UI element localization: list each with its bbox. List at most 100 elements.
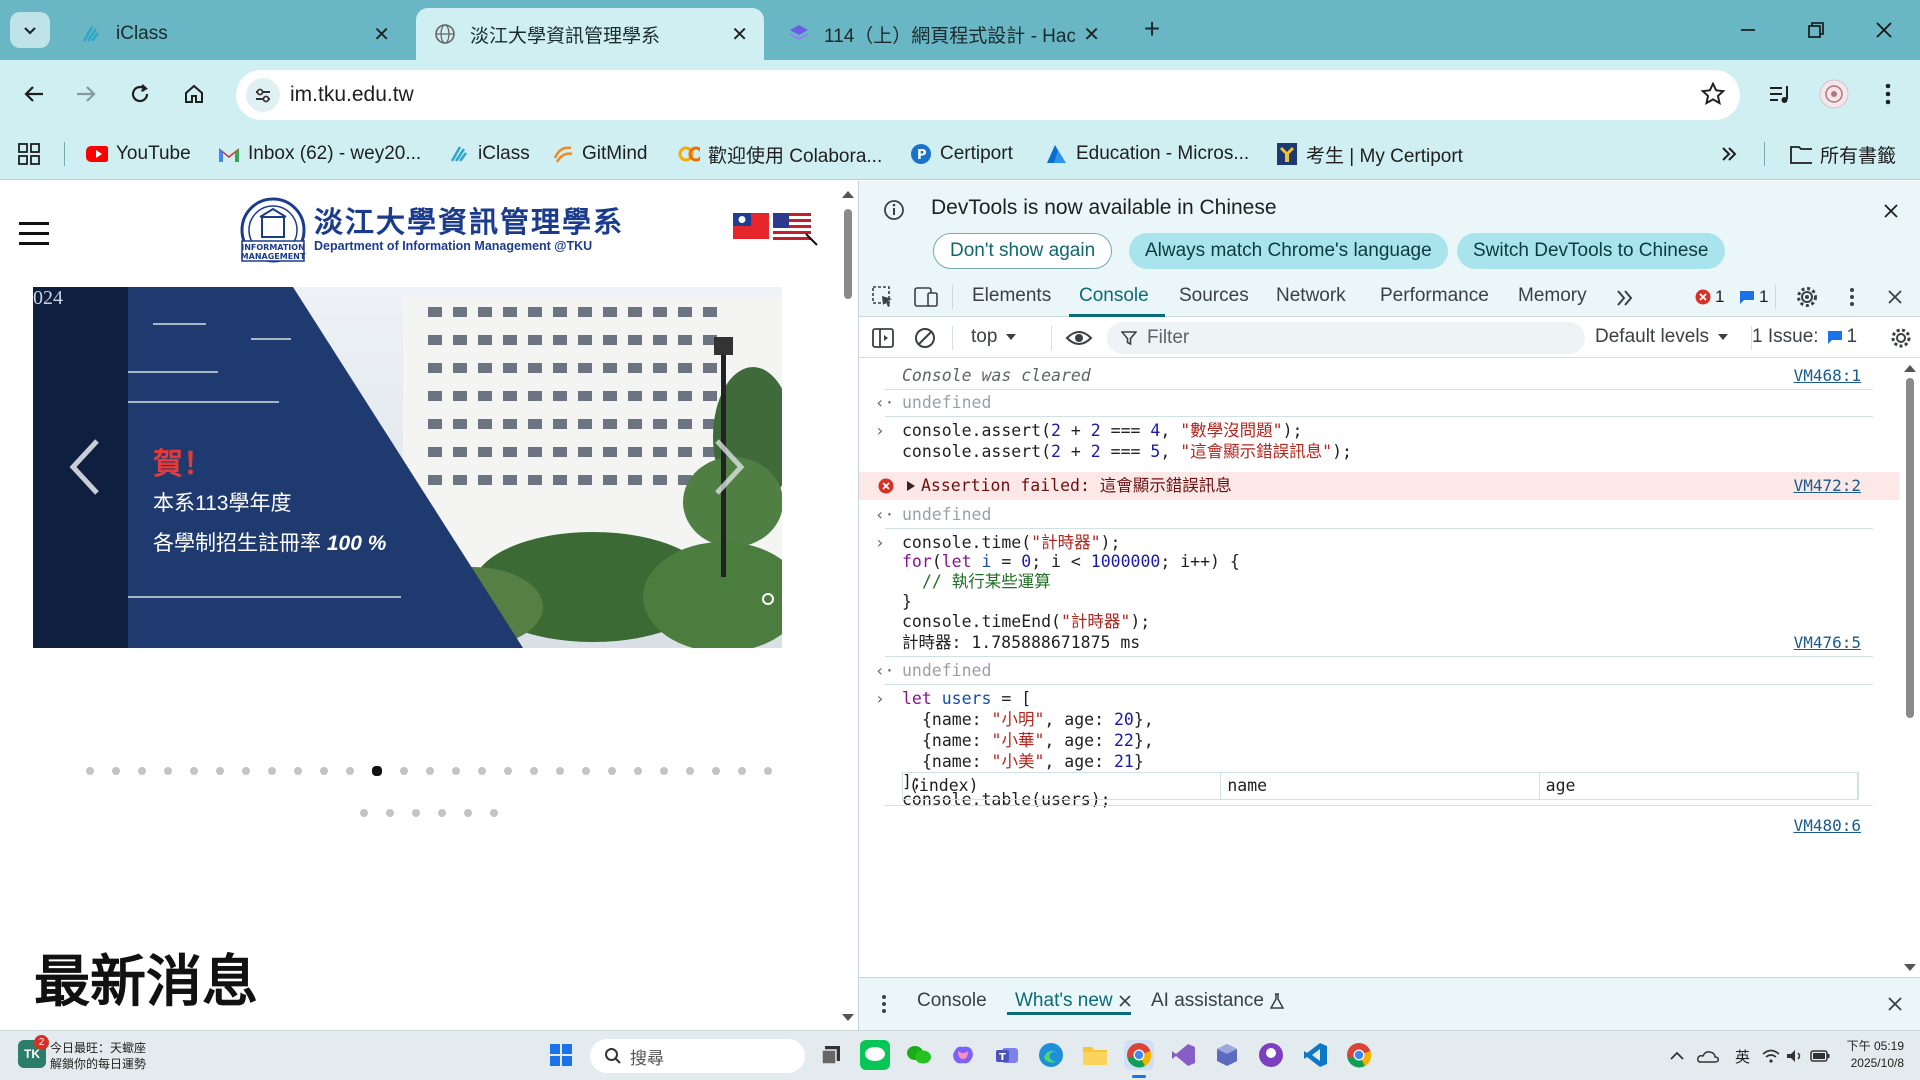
close-tab-icon[interactable]: ✕ [731, 22, 748, 47]
close-devtools-icon[interactable] [1887, 289, 1903, 305]
tab-performance[interactable]: Performance [1380, 285, 1489, 307]
battery-icon[interactable] [1810, 1050, 1830, 1062]
teams-app[interactable]: T [992, 1040, 1022, 1070]
github-desktop-app[interactable] [1256, 1040, 1286, 1070]
carousel-dot[interactable] [320, 767, 328, 775]
tab-search-button[interactable] [10, 12, 50, 48]
start-button[interactable] [546, 1040, 576, 1070]
close-tab-icon[interactable]: ✕ [373, 22, 390, 47]
file-explorer-app[interactable] [1080, 1040, 1110, 1070]
carousel-dot[interactable] [426, 767, 434, 775]
live-expression-eye-icon[interactable] [1065, 328, 1093, 348]
drawer-menu-icon[interactable] [881, 994, 887, 1014]
carousel-dot[interactable] [360, 809, 368, 817]
expand-triangle-icon[interactable] [906, 480, 916, 492]
visual-studio-app[interactable] [1168, 1040, 1198, 1070]
carousel-next-button[interactable] [713, 437, 747, 502]
bookmark-azure-education[interactable]: Education - Micros... [1046, 140, 1249, 168]
volume-icon[interactable] [1786, 1049, 1804, 1063]
carousel-dot[interactable] [634, 767, 642, 775]
restore-window-button[interactable] [1786, 8, 1846, 52]
carousel-dot[interactable] [372, 766, 382, 776]
carousel-dot[interactable] [112, 767, 120, 775]
close-infobar-icon[interactable] [1883, 203, 1899, 219]
back-button[interactable] [12, 72, 56, 116]
page-scrollbar-thumb[interactable] [844, 209, 852, 299]
tab-console[interactable]: Console [1079, 285, 1149, 307]
chrome-app-active[interactable] [1124, 1040, 1154, 1070]
carousel-dot[interactable] [660, 767, 668, 775]
source-link[interactable]: VM468:1 [1794, 363, 1861, 389]
source-link[interactable]: VM476:5 [1794, 630, 1861, 656]
carousel-dot[interactable] [490, 809, 498, 817]
carousel-dot[interactable] [216, 767, 224, 775]
wechat-app[interactable] [904, 1040, 934, 1070]
carousel-dot[interactable] [412, 809, 420, 817]
carousel-dot[interactable] [438, 809, 446, 817]
carousel-dot[interactable] [268, 767, 276, 775]
media-control-button[interactable] [1758, 72, 1802, 116]
drawer-tab-console[interactable]: Console [917, 990, 987, 1012]
console-error-message[interactable]: Assertion failed: 這會顯示錯誤訊息 VM472:2 [859, 472, 1899, 500]
settings-gear-icon[interactable] [1795, 285, 1819, 309]
copilot-app[interactable] [948, 1040, 978, 1070]
carousel-dot[interactable] [608, 767, 616, 775]
close-window-button[interactable] [1854, 8, 1914, 52]
carousel-dot[interactable] [400, 767, 408, 775]
all-bookmarks-button[interactable]: 所有書籤 [1790, 140, 1896, 168]
new-tab-button[interactable]: + [1136, 12, 1168, 48]
bookmark-iclass[interactable]: iClass [448, 140, 530, 168]
home-button[interactable] [172, 72, 216, 116]
forward-button[interactable] [64, 72, 108, 116]
always-match-language-button[interactable]: Always match Chrome's language [1129, 233, 1448, 269]
vscode-app[interactable] [1300, 1040, 1330, 1070]
wifi-icon[interactable] [1762, 1049, 1780, 1063]
devtools-menu-icon[interactable] [1849, 287, 1855, 307]
inspect-element-icon[interactable] [871, 285, 895, 309]
page-scrollbar[interactable] [838, 181, 858, 1030]
cube-app[interactable] [1212, 1040, 1242, 1070]
carousel-dot[interactable] [294, 767, 302, 775]
bookmark-star-icon[interactable] [1700, 81, 1726, 112]
taskbar-search-box[interactable]: 搜尋 [590, 1039, 805, 1073]
close-tab-icon[interactable]: ✕ [1083, 22, 1100, 47]
more-tabs-icon[interactable] [1615, 289, 1635, 307]
minimize-window-button[interactable] [1718, 8, 1778, 52]
error-counter[interactable]: 1 [1695, 287, 1724, 307]
chrome-app[interactable] [1344, 1040, 1374, 1070]
bookmark-certiport[interactable]: P Certiport [910, 140, 1013, 168]
hero-carousel[interactable]: 024 賀！ 本系113學年度 各學制招生註冊率 100 % [33, 287, 782, 648]
source-link[interactable]: VM472:2 [1794, 473, 1861, 499]
carousel-dot[interactable] [86, 767, 94, 775]
carousel-dot[interactable] [582, 767, 590, 775]
task-view-button[interactable] [816, 1040, 846, 1070]
bookmark-my-certiport[interactable]: 考生 | My Certiport [1276, 140, 1463, 168]
tab-elements[interactable]: Elements [972, 285, 1051, 307]
ime-indicator[interactable]: 英 [1735, 1046, 1750, 1067]
console-scrollbar-thumb[interactable] [1906, 378, 1914, 718]
department-logo[interactable]: INFORMATION MANAGEMENT 淡江大學資訊管理學系 Depart… [240, 197, 624, 263]
carousel-dot[interactable] [556, 767, 564, 775]
switch-to-chinese-button[interactable]: Switch DevTools to Chinese [1457, 233, 1725, 269]
console-settings-gear-icon[interactable] [1890, 327, 1912, 349]
apps-button[interactable] [18, 140, 40, 168]
log-levels-dropdown[interactable]: Default levels [1595, 326, 1729, 348]
hamburger-menu-icon[interactable] [19, 222, 49, 252]
carousel-dot[interactable] [346, 767, 354, 775]
bookmark-gitmind[interactable]: GitMind [552, 140, 647, 168]
more-bookmarks-button[interactable] [1720, 140, 1738, 168]
carousel-prev-button[interactable] [67, 437, 101, 502]
browser-menu-button[interactable] [1866, 72, 1910, 116]
carousel-dot[interactable] [530, 767, 538, 775]
carousel-dot[interactable] [386, 809, 394, 817]
sidebar-toggle-icon[interactable] [871, 327, 895, 349]
table-header-index[interactable]: (index) [903, 773, 1222, 799]
system-clock[interactable]: 下午 05:19 2025/10/8 [1847, 1038, 1904, 1072]
carousel-dot[interactable] [138, 767, 146, 775]
console-output[interactable]: Console was cleared VM468:1 ‹· undefined… [859, 358, 1899, 977]
device-toolbar-icon[interactable] [913, 285, 939, 309]
source-link[interactable]: VM480:6 [1794, 813, 1861, 839]
tab-sources[interactable]: Sources [1179, 285, 1249, 307]
tab-hackmd[interactable]: 114（上）網頁程式設計 - Hack ✕ [770, 8, 1116, 60]
line-app[interactable] [860, 1040, 890, 1070]
